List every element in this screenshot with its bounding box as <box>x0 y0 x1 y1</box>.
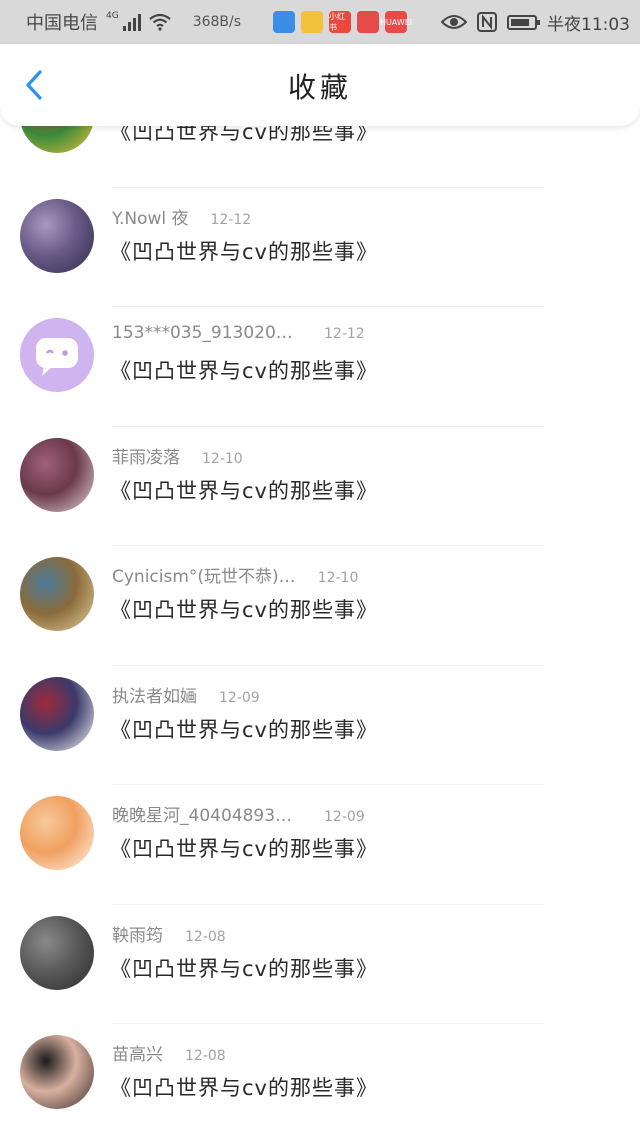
username[interactable]: 苗高兴 <box>112 1040 163 1065</box>
item-meta: 153***035_9130200709 12-12 <box>112 323 365 343</box>
work-title[interactable]: 《凹凸世界与cv的那些事》 <box>110 833 378 863</box>
list-item[interactable]: 153***035_9130200709 12-12 《凹凸世界与cv的那些事》 <box>0 307 640 427</box>
avatar[interactable] <box>20 318 94 392</box>
item-date: 12-08 <box>185 1048 226 1064</box>
username[interactable]: 鞅雨筠 <box>112 921 163 946</box>
chat-bubble-icon <box>36 338 78 376</box>
item-meta: Cynicism°(玩世不恭)… 12-10 <box>112 562 358 587</box>
avatar[interactable] <box>20 126 94 153</box>
username[interactable]: 菲雨凌落 <box>112 443 180 468</box>
work-title[interactable]: 《凹凸世界与cv的那些事》 <box>110 355 378 385</box>
username[interactable]: Cynicism°(玩世不恭)… <box>112 562 296 587</box>
eye-icon <box>441 15 467 29</box>
item-meta: 菲雨凌落 12-10 <box>112 443 243 468</box>
nav-header: 收藏 <box>0 44 640 126</box>
list-item[interactable]: 苗高兴 12-08 《凹凸世界与cv的那些事》 <box>0 1024 640 1138</box>
status-bar: 中国电信 4G 368B/s 小红书 HUAWEI 半夜11:03 <box>0 0 640 44</box>
avatar[interactable] <box>20 796 94 870</box>
avatar[interactable] <box>20 198 94 273</box>
list-item[interactable]: 薛莫提12-12《凹凸世界与cv的那些事》 <box>0 126 640 188</box>
page-title: 收藏 <box>287 71 352 104</box>
item-date: 12-10 <box>202 450 243 467</box>
username[interactable]: 晚晚星河_404048930… <box>112 801 302 826</box>
item-date: 12-12 <box>210 211 252 228</box>
item-date: 12-09 <box>324 809 365 825</box>
huawei-icon <box>357 11 380 33</box>
carrier-label: 中国电信 <box>26 13 98 34</box>
item-date: 12-08 <box>185 928 226 945</box>
xiaohongshu-icon: 小红书 <box>329 11 352 33</box>
item-meta: 鞅雨筠 12-08 <box>112 921 226 946</box>
wifi-icon <box>149 13 171 31</box>
notification-icons: 小红书 HUAWEI <box>273 11 412 33</box>
work-title[interactable]: 《凹凸世界与cv的那些事》 <box>110 236 378 266</box>
item-meta: 执法者如婳 12-09 <box>112 682 260 707</box>
avatar[interactable] <box>20 557 94 631</box>
username[interactable]: Y.Nowl 夜 <box>112 204 189 229</box>
work-title[interactable]: 《凹凸世界与cv的那些事》 <box>110 594 378 624</box>
network-type: 4G <box>106 11 119 21</box>
signal-icon <box>122 13 141 31</box>
avatar[interactable] <box>20 1035 94 1109</box>
network-speed: 368B/s <box>192 14 242 30</box>
qq-browser-icon <box>273 11 296 33</box>
list-item[interactable]: Y.Nowl 夜 12-12 《凹凸世界与cv的那些事》 <box>0 188 640 307</box>
avatar[interactable] <box>20 915 94 990</box>
list-item[interactable]: 鞅雨筠 12-08 《凹凸世界与cv的那些事》 <box>0 905 640 1024</box>
avatar[interactable] <box>20 676 94 751</box>
list-item[interactable]: 晚晚星河_404048930… 12-09 《凹凸世界与cv的那些事》 <box>0 785 640 905</box>
nfc-icon <box>477 12 497 32</box>
clock: 半夜11:03 <box>547 14 630 35</box>
status-right: 半夜11:03 <box>441 10 630 35</box>
avatar[interactable] <box>20 437 94 512</box>
battery-icon <box>507 14 540 30</box>
item-date: 12-10 <box>317 570 359 586</box>
work-title[interactable]: 《凹凸世界与cv的那些事》 <box>110 953 378 983</box>
favorites-list[interactable]: 薛莫提12-12《凹凸世界与cv的那些事》 Y.Nowl 夜 12-12 《凹凸世界与… <box>0 126 640 1138</box>
item-meta: 苗高兴 12-08 <box>112 1040 226 1065</box>
item-date: 12-09 <box>219 689 260 706</box>
work-title[interactable]: 《凹凸世界与cv的那些事》 <box>110 475 378 505</box>
list-item[interactable]: 菲雨凌落 12-10 《凹凸世界与cv的那些事》 <box>0 427 640 546</box>
work-title[interactable]: 《凹凸世界与cv的那些事》 <box>110 1072 378 1102</box>
list-item[interactable]: 执法者如婳 12-09 《凹凸世界与cv的那些事》 <box>0 666 640 785</box>
item-meta: Y.Nowl 夜 12-12 <box>112 204 251 229</box>
work-title[interactable]: 《凹凸世界与cv的那些事》 <box>110 126 378 146</box>
item-date: 12-12 <box>324 326 365 342</box>
status-left: 中国电信 4G 368B/s 小红书 HUAWEI <box>26 9 412 35</box>
pet-app-icon <box>301 11 324 33</box>
username[interactable]: 执法者如婳 <box>112 682 197 707</box>
work-title[interactable]: 《凹凸世界与cv的那些事》 <box>110 714 378 744</box>
username[interactable]: 153***035_9130200709 <box>112 323 302 343</box>
item-meta: 晚晚星河_404048930… 12-09 <box>112 801 365 826</box>
huawei-store-icon: HUAWEI <box>380 11 412 33</box>
list-item[interactable]: Cynicism°(玩世不恭)… 12-10 《凹凸世界与cv的那些事》 <box>0 546 640 666</box>
